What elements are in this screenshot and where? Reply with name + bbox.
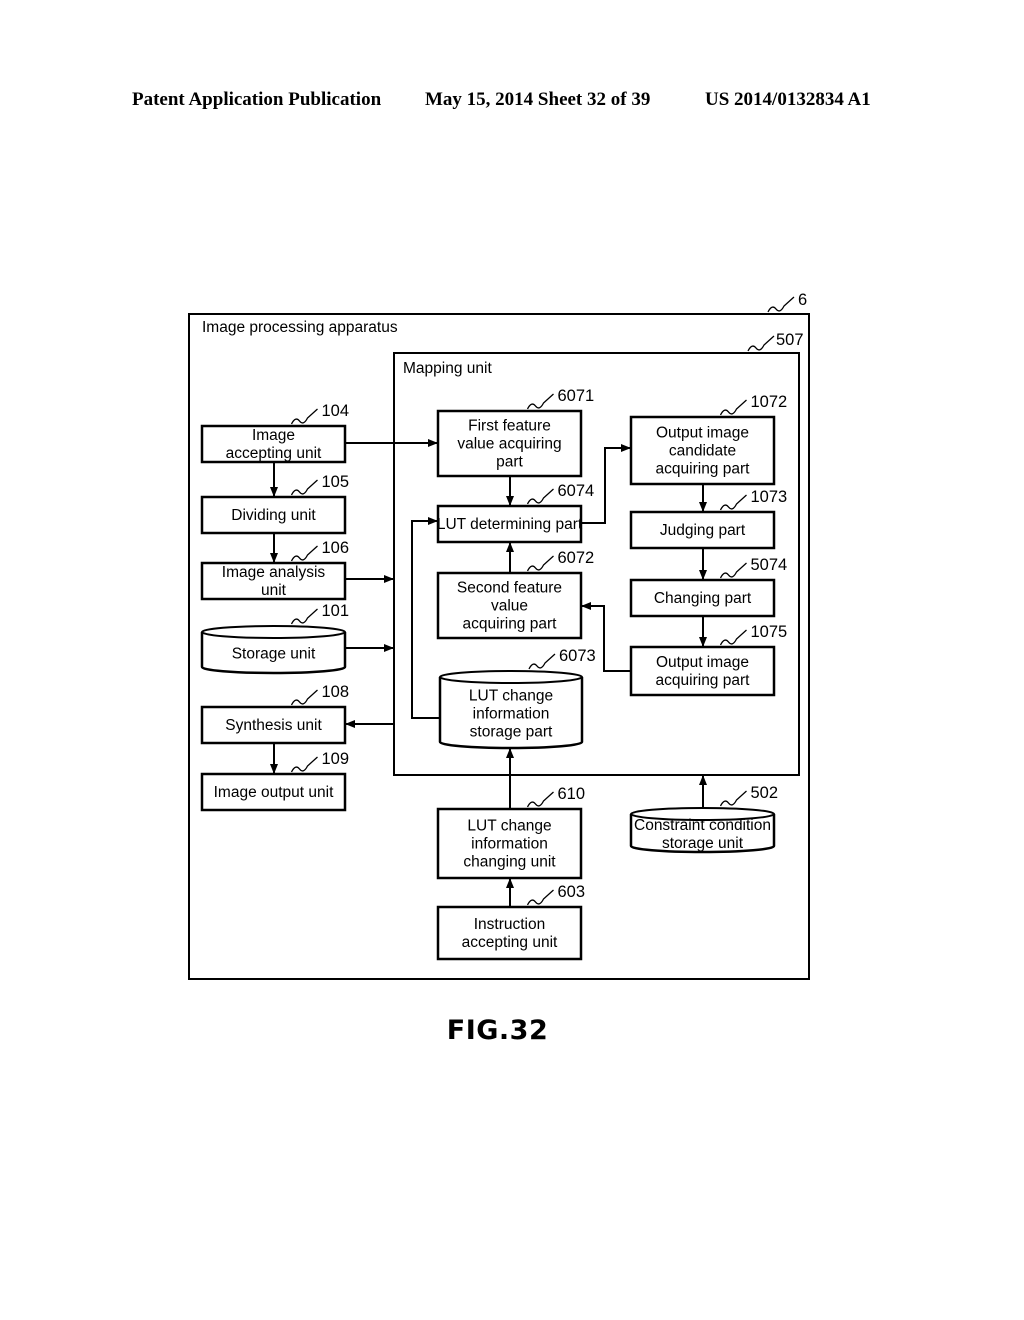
block-label-line: Judging part xyxy=(660,522,746,539)
output-acquiring-block: Output imageacquiring part 1075 xyxy=(629,623,788,697)
leader-line xyxy=(526,889,554,906)
ref-number: 108 xyxy=(322,683,350,701)
block-label-line: Changing part xyxy=(654,590,752,607)
image-analysis-block: Image analysisunit 106 xyxy=(200,539,350,601)
ref-number: 507 xyxy=(776,331,804,349)
block-label-line: Output image xyxy=(656,654,749,671)
block-label-line: LUT change xyxy=(469,688,553,705)
leader-line xyxy=(747,335,775,352)
ref-number: 603 xyxy=(558,883,586,901)
block-label-line: storage unit xyxy=(662,835,744,852)
block-label-line: storage part xyxy=(470,724,553,741)
image-accepting-block: Imageaccepting unit 104 xyxy=(200,402,350,464)
ref-number: 6073 xyxy=(559,647,596,665)
block-label-line: value xyxy=(491,598,528,615)
block-label-line: accepting unit xyxy=(226,445,322,462)
block-label-line: Image xyxy=(252,427,295,444)
block-label-line: Storage unit xyxy=(232,646,316,663)
judging-block: Judging part 1073 xyxy=(629,488,788,550)
constraint-storage-block: Constraint conditionstorage unit 502 xyxy=(629,784,779,854)
ref-number: 6074 xyxy=(558,482,595,500)
ref-number: 6 xyxy=(798,291,807,309)
output-candidate-block: Output imagecandidateacquiring part 1072 xyxy=(629,393,788,486)
ref-number: 101 xyxy=(322,602,350,620)
block-label-line: Image output unit xyxy=(214,784,334,801)
leader-line xyxy=(719,790,747,807)
leader-line xyxy=(719,562,747,579)
ref-number: 610 xyxy=(558,785,586,803)
ref-number: 109 xyxy=(322,750,350,768)
leader-line xyxy=(290,689,318,706)
apparatus-title: Image processing apparatus xyxy=(202,319,398,336)
block-label-line: changing unit xyxy=(463,854,556,871)
leader-line xyxy=(526,393,554,410)
cylinder-top xyxy=(201,625,346,639)
storage-block: Storage unit 101 xyxy=(200,602,350,675)
ref-number: 6071 xyxy=(558,387,595,405)
ref-number: 106 xyxy=(322,539,350,557)
block-label-line: information xyxy=(471,836,548,853)
mapping-unit-ref: 507 xyxy=(747,331,804,352)
leader-line xyxy=(290,608,318,625)
synthesis-block: Synthesis unit108 xyxy=(200,683,350,745)
block-label-line: Instruction xyxy=(474,916,546,933)
block-label-line: acquiring part xyxy=(463,616,558,633)
block-label-line: information xyxy=(473,706,550,723)
block-label-line: LUT change xyxy=(467,818,551,835)
leader-line xyxy=(528,653,556,670)
image-output-block: Image output unit 109 xyxy=(200,750,350,812)
block-label-line: Dividing unit xyxy=(231,507,316,524)
block-label-line: unit xyxy=(261,582,287,599)
block-outline xyxy=(436,905,583,961)
block-label-line: accepting unit xyxy=(462,934,558,951)
first-feature-block: First featurevalue acquiringpart 6071 xyxy=(436,387,595,478)
second-feature-block: Second featurevalueacquiring part 6072 xyxy=(436,549,595,640)
leader-line xyxy=(719,494,747,511)
leader-line xyxy=(290,756,318,773)
block-label-line: Constraint condition xyxy=(634,817,771,834)
block-label-line: First feature xyxy=(468,418,551,435)
ref-number: 104 xyxy=(322,402,350,420)
leader-line xyxy=(290,408,318,425)
apparatus-ref: 6 xyxy=(767,291,807,313)
lut-change-changing-block: LUT changeinformationchanging unit 610 xyxy=(436,785,586,880)
changing-block: Changing part 5074 xyxy=(629,556,788,618)
leader-line xyxy=(719,629,747,646)
block-label-line: value acquiring xyxy=(457,436,561,453)
block-label-line: acquiring part xyxy=(656,461,751,478)
leader-line xyxy=(290,479,318,496)
leader-line xyxy=(526,791,554,808)
dividing-block: Dividing unit 105 xyxy=(200,473,350,535)
block-label-line: candidate xyxy=(669,443,736,460)
ref-number: 1075 xyxy=(751,623,788,641)
cylinder-top xyxy=(439,670,583,684)
leader-line xyxy=(526,488,554,505)
block-label-line: LUT determining part xyxy=(437,516,583,533)
mapping-unit-title: Mapping unit xyxy=(403,360,492,377)
ref-number: 1073 xyxy=(751,488,788,506)
ref-number: 502 xyxy=(751,784,779,802)
arrow-lut-storage-to-lut-determining xyxy=(411,517,440,719)
leader-line xyxy=(526,555,554,572)
leader-line xyxy=(719,399,747,416)
leader-line xyxy=(767,296,795,313)
ref-number: 5074 xyxy=(751,556,788,574)
ref-number: 6072 xyxy=(558,549,595,567)
ref-number: 105 xyxy=(322,473,350,491)
block-label-line: acquiring part xyxy=(656,672,751,689)
block-label-line: Second feature xyxy=(457,580,562,597)
block-label-line: Image analysis xyxy=(222,564,326,581)
ref-number: 1072 xyxy=(751,393,788,411)
block-diagram: Image processing apparatus 6 Mapping uni… xyxy=(188,291,810,980)
block-label-line: Output image xyxy=(656,425,749,442)
figure-label: FIG.32 xyxy=(446,1015,549,1046)
lut-determining-block: LUT determining part 6074 xyxy=(436,482,595,544)
block-label-line: Synthesis unit xyxy=(225,717,322,734)
leader-line xyxy=(290,545,318,562)
lut-change-storage-block: LUT changeinformationstorage part 6073 xyxy=(438,647,596,750)
instruction-accepting-block: Instructionaccepting unit 603 xyxy=(436,883,586,961)
block-label-line: part xyxy=(496,454,523,471)
